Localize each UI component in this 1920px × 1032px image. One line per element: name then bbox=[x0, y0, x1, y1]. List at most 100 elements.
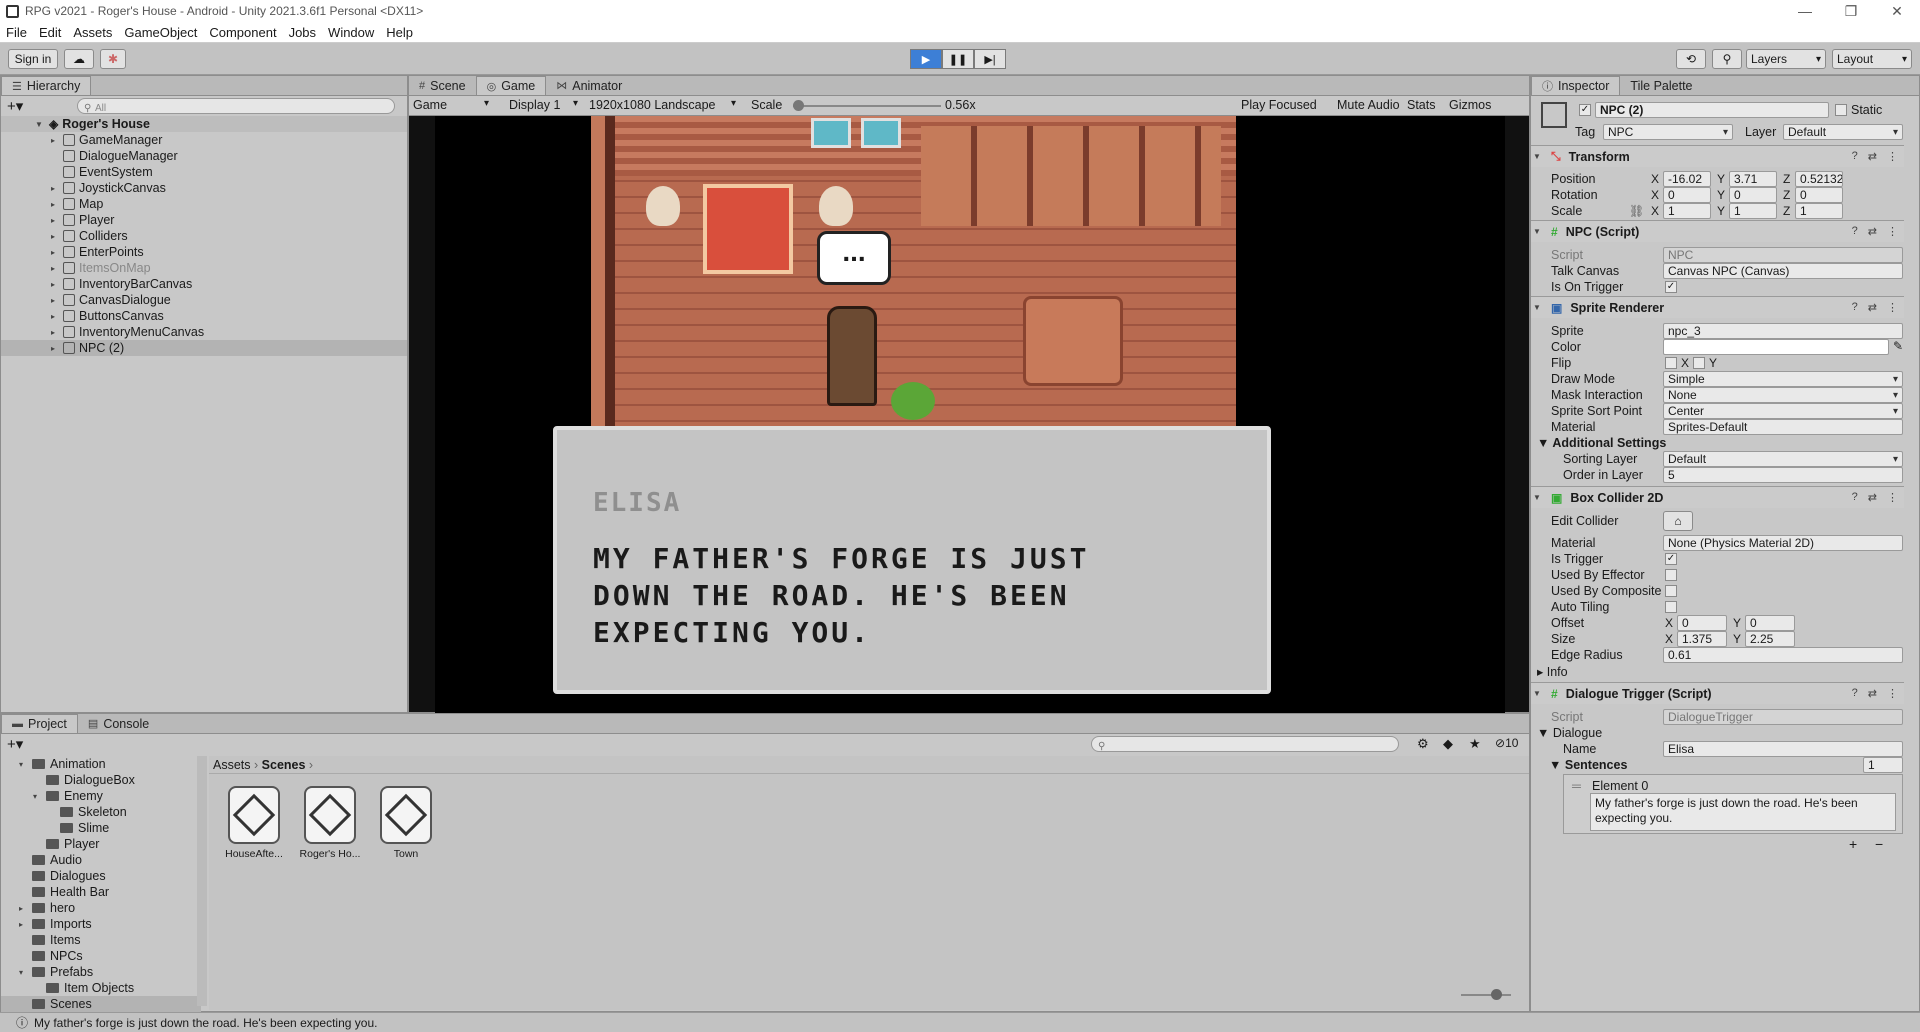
project-folder-item[interactable]: DialogueBox bbox=[1, 772, 201, 788]
hierarchy-item[interactable]: ▸ EnterPoints bbox=[1, 244, 407, 260]
chevron-down-icon[interactable]: ▼ bbox=[1531, 493, 1543, 502]
menu-icon[interactable]: ⋮ bbox=[1887, 301, 1898, 314]
status-message[interactable]: My father's forge is just down the road.… bbox=[34, 1016, 377, 1030]
preset-icon[interactable]: ⇄ bbox=[1868, 225, 1877, 238]
filter-label-icon[interactable]: ◆ bbox=[1443, 736, 1453, 752]
eyedropper-icon[interactable]: ✎ bbox=[1893, 339, 1903, 353]
edit-collider-button[interactable]: ⌂ bbox=[1663, 511, 1693, 531]
flip-x-checkbox[interactable] bbox=[1665, 357, 1677, 369]
filter-type-icon[interactable]: ⚙ bbox=[1417, 736, 1429, 752]
position-z-field[interactable]: 0.52132 bbox=[1795, 171, 1843, 187]
gizmos-toggle[interactable]: Gizmos bbox=[1449, 98, 1491, 112]
additional-settings-foldout[interactable]: ▼ Additional Settings bbox=[1537, 436, 1666, 450]
offset-x-field[interactable]: 0 bbox=[1677, 615, 1727, 631]
project-folder-item[interactable]: Dialogues bbox=[1, 868, 201, 884]
hierarchy-item[interactable]: ▸ Player bbox=[1, 212, 407, 228]
tab-tile-palette[interactable]: Tile Palette bbox=[1620, 76, 1702, 95]
order-in-layer-field[interactable]: 5 bbox=[1663, 467, 1903, 483]
chevron-right-icon[interactable]: ▸ bbox=[47, 232, 59, 241]
sprite-sort-point-dropdown[interactable]: Center bbox=[1663, 403, 1903, 419]
game-view-dropdown[interactable]: Game bbox=[413, 98, 447, 112]
element-0-textarea[interactable]: My father's forge is just down the road.… bbox=[1590, 793, 1896, 831]
project-folder-item[interactable]: ▾ Prefabs bbox=[1, 964, 201, 980]
rotation-y-field[interactable]: 0 bbox=[1729, 187, 1777, 203]
menu-icon[interactable]: ⋮ bbox=[1887, 150, 1898, 163]
close-icon[interactable]: ✕ bbox=[1874, 0, 1920, 22]
hierarchy-item[interactable]: EventSystem bbox=[1, 164, 407, 180]
menu-file[interactable]: File bbox=[0, 25, 33, 40]
project-folder-item[interactable]: Item Objects bbox=[1, 980, 201, 996]
project-folder-item[interactable]: Skeleton bbox=[1, 804, 201, 820]
pause-button[interactable]: ❚❚ bbox=[942, 49, 974, 69]
sentences-foldout[interactable]: ▼ Sentences bbox=[1549, 758, 1627, 772]
minimize-icon[interactable]: — bbox=[1782, 0, 1828, 22]
project-folder-item[interactable]: ▸ hero bbox=[1, 900, 201, 916]
chevron-right-icon[interactable]: ▸ bbox=[47, 312, 59, 321]
preset-icon[interactable]: ⇄ bbox=[1868, 687, 1877, 700]
stats-toggle[interactable]: Stats bbox=[1407, 98, 1436, 112]
chevron-icon[interactable]: ▸ bbox=[15, 904, 27, 913]
drag-handle-icon[interactable]: ═ bbox=[1572, 779, 1581, 793]
talk-canvas-field[interactable]: Canvas NPC (Canvas) bbox=[1663, 263, 1903, 279]
menu-window[interactable]: Window bbox=[322, 25, 380, 40]
chevron-right-icon[interactable]: ▸ bbox=[47, 280, 59, 289]
size-x-field[interactable]: 1.375 bbox=[1677, 631, 1727, 647]
sprite-renderer-header[interactable]: ▼ ▣ Sprite Renderer? ⇄ ⋮ bbox=[1531, 296, 1904, 318]
help-icon[interactable]: ? bbox=[1852, 150, 1858, 163]
rotation-x-field[interactable]: 0 bbox=[1663, 187, 1711, 203]
project-folder-item[interactable]: Player bbox=[1, 836, 201, 852]
hierarchy-item[interactable]: ▸ ItemsOnMap bbox=[1, 260, 407, 276]
resolution-dropdown[interactable]: 1920x1080 Landscape bbox=[589, 98, 716, 112]
offset-y-field[interactable]: 0 bbox=[1745, 615, 1795, 631]
rotation-z-field[interactable]: 0 bbox=[1795, 187, 1843, 203]
breadcrumb-scenes[interactable]: Scenes bbox=[262, 758, 306, 772]
collider-material-field[interactable]: None (Physics Material 2D) bbox=[1663, 535, 1903, 551]
tab-console[interactable]: ▤ Console bbox=[78, 714, 159, 733]
play-focused-dropdown[interactable]: Play Focused bbox=[1241, 98, 1317, 112]
used-by-effector-checkbox[interactable] bbox=[1665, 569, 1677, 581]
box-collider-header[interactable]: ▼ ▣ Box Collider 2D? ⇄ ⋮ bbox=[1531, 486, 1904, 508]
help-icon[interactable]: ? bbox=[1852, 491, 1858, 504]
project-folder-item[interactable]: Slime bbox=[1, 820, 201, 836]
cloud-icon[interactable]: ☁ bbox=[64, 49, 94, 69]
hierarchy-item[interactable]: ▸ InventoryBarCanvas bbox=[1, 276, 407, 292]
menu-icon[interactable]: ⋮ bbox=[1887, 225, 1898, 238]
chevron-right-icon[interactable]: ▸ bbox=[47, 328, 59, 337]
tab-game[interactable]: ◎ Game bbox=[475, 76, 547, 95]
scene-asset[interactable]: Roger's Ho... bbox=[295, 786, 365, 860]
scene-asset[interactable]: HouseAfte... bbox=[219, 786, 289, 860]
project-folder-item[interactable]: Audio bbox=[1, 852, 201, 868]
hierarchy-item[interactable]: ▸ Map bbox=[1, 196, 407, 212]
project-folder-item[interactable]: Health Bar bbox=[1, 884, 201, 900]
tree-scrollbar[interactable] bbox=[197, 756, 207, 1006]
dialogue-trigger-header[interactable]: ▼ # Dialogue Trigger (Script)? ⇄ ⋮ bbox=[1531, 682, 1904, 704]
layer-dropdown[interactable]: Default bbox=[1783, 124, 1903, 140]
preset-icon[interactable]: ⇄ bbox=[1868, 150, 1877, 163]
project-folder-item[interactable]: ▸ Imports bbox=[1, 916, 201, 932]
edge-radius-field[interactable]: 0.61 bbox=[1663, 647, 1903, 663]
layout-dropdown[interactable]: Layout ▾ bbox=[1832, 49, 1912, 69]
position-x-field[interactable]: -16.02 bbox=[1663, 171, 1711, 187]
position-y-field[interactable]: 3.71 bbox=[1729, 171, 1777, 187]
is-on-trigger-checkbox[interactable]: ✓ bbox=[1665, 281, 1677, 293]
auto-tiling-checkbox[interactable] bbox=[1665, 601, 1677, 613]
scene-root[interactable]: ▼ ◈ Roger's House bbox=[1, 116, 407, 132]
material-field[interactable]: Sprites-Default bbox=[1663, 419, 1903, 435]
chevron-down-icon[interactable]: ▼ bbox=[1531, 689, 1543, 698]
help-icon[interactable]: ? bbox=[1852, 687, 1858, 700]
play-button[interactable]: ▶ bbox=[910, 49, 942, 69]
tab-scene[interactable]: # Scene bbox=[409, 76, 476, 95]
project-folder-item[interactable]: Scenes bbox=[1, 996, 201, 1012]
add-icon[interactable]: +▾ bbox=[7, 735, 23, 753]
project-folder-item[interactable]: ▾ Enemy bbox=[1, 788, 201, 804]
dialogue-name-field[interactable]: Elisa bbox=[1663, 741, 1903, 757]
layers-dropdown[interactable]: Layers ▾ bbox=[1746, 49, 1826, 69]
search-icon[interactable]: ⚲ bbox=[1712, 49, 1742, 69]
scale-slider[interactable] bbox=[793, 100, 941, 111]
hierarchy-item[interactable]: ▸ Colliders bbox=[1, 228, 407, 244]
color-field[interactable] bbox=[1663, 339, 1889, 355]
scene-asset[interactable]: Town bbox=[371, 786, 441, 860]
used-by-composite-checkbox[interactable] bbox=[1665, 585, 1677, 597]
menu-icon[interactable]: ⋮ bbox=[1887, 491, 1898, 504]
scale-slider-handle[interactable] bbox=[793, 100, 804, 111]
